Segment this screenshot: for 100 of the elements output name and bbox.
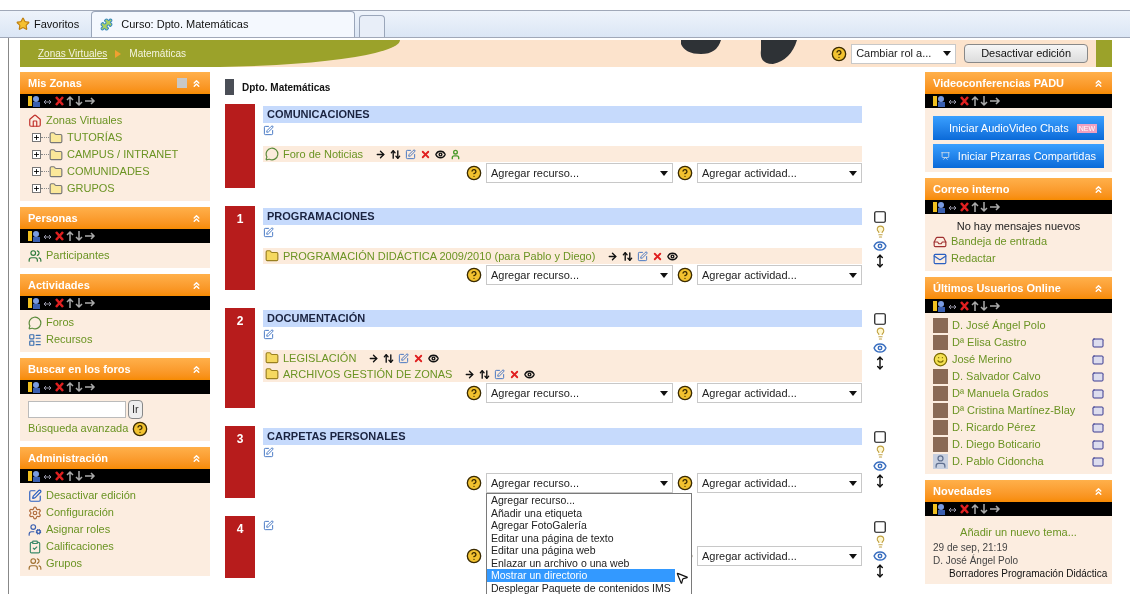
highlight-toggle-icon[interactable] (873, 210, 887, 224)
favorites-button[interactable]: Favoritos (8, 11, 88, 37)
indent-icon[interactable] (368, 352, 380, 364)
eye-icon[interactable] (667, 250, 679, 262)
help-icon[interactable] (677, 267, 693, 283)
user-link[interactable]: Dª Cristina Martínez-Blay (952, 402, 1088, 419)
dropdown-option[interactable]: Mostrar un directorio (487, 569, 675, 582)
user-link[interactable]: D. Pablo Cidoncha (952, 453, 1088, 470)
advanced-search-link[interactable]: Búsqueda avanzada (28, 420, 129, 437)
delete-icon[interactable] (413, 352, 425, 364)
expand-toggle-icon[interactable] (32, 184, 41, 193)
indent-icon[interactable] (375, 148, 387, 160)
user-link[interactable]: D. José Ángel Polo (952, 317, 1104, 334)
eye-icon[interactable] (428, 352, 440, 364)
eye-icon[interactable] (524, 368, 536, 380)
zone-link[interactable]: Zonas Virtuales (46, 112, 123, 129)
expand-toggle-icon[interactable] (32, 167, 41, 176)
indent-icon[interactable] (607, 250, 619, 262)
menu-link[interactable]: Participantes (46, 247, 110, 264)
dropdown-option[interactable]: Editar una página de texto (487, 531, 675, 544)
search-field[interactable] (28, 400, 126, 418)
select-field[interactable]: Agregar actividad... (697, 473, 862, 493)
dropdown-option[interactable]: Editar una página web (487, 544, 675, 557)
delete-icon[interactable] (652, 250, 664, 262)
activity-link[interactable]: Foro de Noticias (283, 145, 364, 163)
user-link[interactable]: José Merino (952, 351, 1088, 368)
select-field[interactable]: Agregar recurso... (486, 383, 673, 403)
edit-summary-icon[interactable] (263, 329, 274, 340)
folder-link[interactable]: COMUNIDADES (67, 163, 150, 180)
select-field[interactable]: Agregar actividad... (697, 265, 862, 285)
activity-link[interactable]: LEGISLACIÓN (283, 349, 357, 367)
highlight-toggle-icon[interactable] (873, 520, 887, 534)
folder-link[interactable]: GRUPOS (67, 180, 115, 197)
breadcrumb-link[interactable]: Zonas Virtuales (38, 46, 108, 61)
user-link[interactable]: D. Salvador Calvo (952, 368, 1088, 385)
help-icon[interactable] (677, 475, 693, 491)
help-icon[interactable] (132, 420, 149, 437)
dropdown-option[interactable]: Añadir una etiqueta (487, 506, 675, 519)
select-field[interactable]: Agregar actividad... (697, 383, 862, 403)
message-icon[interactable] (1092, 387, 1104, 400)
delete-icon[interactable] (509, 368, 521, 380)
message-icon[interactable] (1092, 336, 1104, 349)
folder-link[interactable]: TUTORÍAS (67, 129, 123, 146)
message-icon[interactable] (1092, 370, 1104, 383)
edit-summary-icon[interactable] (263, 227, 274, 238)
user-link[interactable]: Dª Manuela Grados (952, 385, 1088, 402)
message-icon[interactable] (1092, 438, 1104, 451)
select-field[interactable]: Cambiar rol a... (851, 43, 957, 64)
highlight-toggle-icon[interactable] (873, 312, 887, 326)
help-icon[interactable] (466, 267, 482, 283)
menu-link[interactable]: Desactivar edición (46, 487, 136, 504)
menu-link[interactable]: Grupos (46, 555, 83, 572)
search-button[interactable]: Ir (128, 399, 143, 419)
edit-mode-button[interactable]: Desactivar edición (964, 44, 1088, 63)
message-icon[interactable] (1092, 455, 1104, 468)
help-icon[interactable] (466, 475, 482, 491)
menu-link[interactable]: Asignar roles (46, 521, 111, 538)
eye-icon[interactable] (435, 148, 447, 160)
move-icon[interactable] (390, 148, 402, 160)
select-field[interactable]: Agregar recurso... (486, 473, 673, 493)
select-field[interactable]: Agregar actividad... (697, 546, 862, 566)
user-link[interactable]: Dª Elisa Castro (952, 334, 1088, 351)
menu-link[interactable]: Foros (46, 314, 75, 331)
expand-toggle-icon[interactable] (32, 133, 41, 142)
dropdown-option[interactable]: Agregar FotoGalería (487, 519, 675, 532)
move-icon[interactable] (383, 352, 395, 364)
menu-link[interactable]: Recursos (46, 331, 93, 348)
move-icon[interactable] (622, 250, 634, 262)
dropdown-option[interactable]: Enlazar un archivo o una web (487, 556, 675, 569)
edit-summary-icon[interactable] (263, 447, 274, 458)
menu-link[interactable]: Redactar (951, 250, 996, 267)
select-field[interactable]: Agregar recurso... (486, 163, 673, 183)
edit-summary-icon[interactable] (263, 520, 274, 531)
highlight-toggle-icon[interactable] (873, 430, 887, 444)
help-icon[interactable] (466, 385, 482, 401)
select-field[interactable]: Agregar actividad... (697, 163, 862, 183)
browser-tab[interactable]: Curso: Dpto. Matemáticas (91, 11, 356, 37)
dropdown-option[interactable]: Agregar recurso... (487, 494, 675, 507)
help-icon[interactable] (677, 165, 693, 181)
folder-link[interactable]: CAMPUS / INTRANET (67, 146, 179, 163)
help-icon[interactable] (466, 165, 482, 181)
user-link[interactable]: D. Ricardo Pérez (952, 419, 1088, 436)
activity-link[interactable]: ARCHIVOS GESTIÓN DE ZONAS (283, 365, 453, 383)
help-icon[interactable] (677, 385, 693, 401)
edit-summary-icon[interactable] (263, 125, 274, 136)
menu-link[interactable]: Bandeja de entrada (951, 233, 1048, 250)
add-topic-link[interactable]: Añadir un nuevo tema... (960, 524, 1077, 541)
launch-button[interactable]: Iniciar Pizarras Compartidas (933, 144, 1104, 168)
menu-link[interactable]: Configuración (46, 504, 114, 521)
dropdown-option[interactable]: Desplegar Paquete de contenidos IMS (487, 581, 675, 594)
move-icon[interactable] (479, 368, 491, 380)
indent-icon[interactable] (464, 368, 476, 380)
select-field[interactable]: Agregar recurso... (486, 265, 673, 285)
menu-link[interactable]: Calificaciones (46, 538, 114, 555)
message-icon[interactable] (1092, 353, 1104, 366)
message-icon[interactable] (1092, 404, 1104, 417)
activity-link[interactable]: PROGRAMACIÓN DIDÁCTICA 2009/2010 (para Pablo y Diego) (283, 247, 596, 265)
expand-toggle-icon[interactable] (32, 150, 41, 159)
user-link[interactable]: D. Diego Boticario (952, 436, 1088, 453)
message-icon[interactable] (1092, 421, 1104, 434)
